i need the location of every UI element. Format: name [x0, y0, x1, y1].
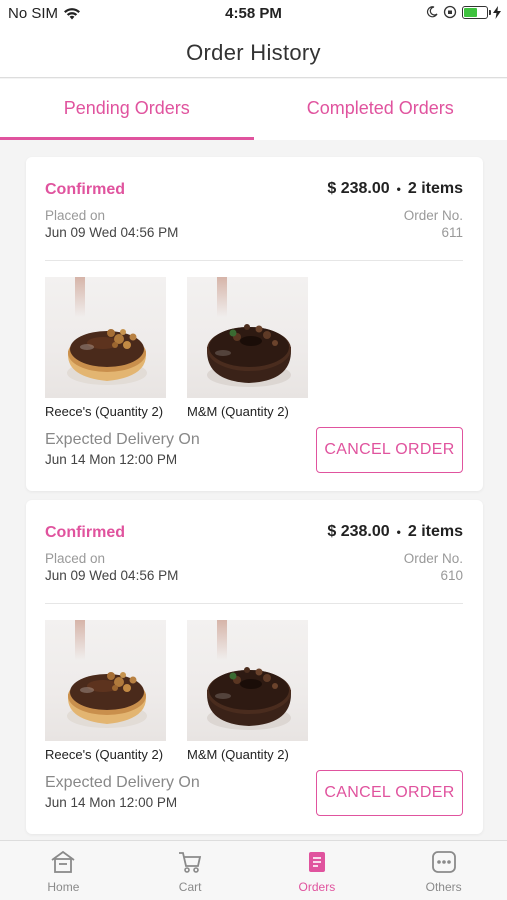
- cancel-order-button[interactable]: CANCEL ORDER: [316, 427, 463, 473]
- order-total: $ 238.00 • 2 items: [327, 180, 463, 198]
- order-tabs: Pending Orders Completed Orders: [0, 79, 507, 140]
- moon-icon: [426, 6, 438, 18]
- header: Order History: [0, 28, 507, 78]
- order-total: $ 238.00 • 2 items: [327, 523, 463, 541]
- donut-reeces-image: [45, 620, 166, 741]
- order-item[interactable]: Reece's (Quantity 2): [45, 277, 167, 419]
- nav-others[interactable]: Others: [380, 841, 507, 900]
- donut-mm-image: [187, 277, 308, 398]
- separator-dot: •: [396, 182, 401, 196]
- orders-list[interactable]: Confirmed $ 238.00 • 2 items Placed on J…: [0, 140, 507, 840]
- nav-home[interactable]: Home: [0, 841, 127, 900]
- order-item-count: 2 items: [407, 180, 463, 197]
- tab-pending-orders[interactable]: Pending Orders: [0, 79, 254, 140]
- charging-icon: [493, 5, 501, 19]
- cancel-order-button[interactable]: CANCEL ORDER: [316, 770, 463, 816]
- nav-orders[interactable]: Orders: [254, 841, 381, 900]
- placed-on-label: Placed on: [45, 208, 106, 223]
- item-name: M&M (Quantity 2): [187, 747, 289, 762]
- order-item[interactable]: M&M (Quantity 2): [187, 277, 309, 419]
- orientation-lock-icon: [443, 5, 457, 19]
- item-name: Reece's (Quantity 2): [45, 404, 164, 419]
- order-status: Confirmed: [45, 181, 125, 198]
- nav-label: Cart: [178, 880, 202, 894]
- order-number-label: Order No.: [403, 551, 463, 566]
- donut-mm-image: [187, 620, 308, 741]
- nav-label: Orders: [298, 880, 336, 894]
- placed-on-date: Jun 09 Wed 04:56 PM: [45, 225, 179, 240]
- separator-dot: •: [396, 525, 401, 539]
- divider: [45, 260, 463, 261]
- placed-on-label: Placed on: [45, 551, 106, 566]
- more-icon: [431, 851, 456, 873]
- nav-cart[interactable]: Cart: [127, 841, 254, 900]
- donut-reeces-image: [45, 277, 166, 398]
- status-right: [426, 5, 501, 19]
- divider: [45, 603, 463, 604]
- status-bar: No SIM 4:58 PM: [0, 0, 507, 28]
- tab-completed-orders[interactable]: Completed Orders: [254, 79, 507, 140]
- expected-delivery-label: Expected Delivery On: [45, 774, 200, 791]
- order-card[interactable]: Confirmed $ 238.00 • 2 items Placed on J…: [26, 157, 483, 491]
- order-status: Confirmed: [45, 524, 125, 541]
- item-name: Reece's (Quantity 2): [45, 747, 164, 762]
- order-card[interactable]: Confirmed $ 238.00 • 2 items Placed on J…: [26, 500, 483, 834]
- placed-on-date: Jun 09 Wed 04:56 PM: [45, 568, 179, 583]
- home-icon: [51, 850, 75, 873]
- order-number-label: Order No.: [403, 208, 463, 223]
- order-item-count: 2 items: [407, 523, 463, 540]
- nav-label: Home: [47, 880, 80, 894]
- nav-label: Others: [425, 880, 462, 894]
- order-number: 610: [440, 568, 463, 583]
- page-title: Order History: [186, 40, 321, 65]
- expected-delivery-date: Jun 14 Mon 12:00 PM: [45, 795, 178, 810]
- order-item[interactable]: Reece's (Quantity 2): [45, 620, 167, 762]
- order-amount: $ 238.00: [327, 523, 390, 540]
- order-number: 611: [441, 225, 463, 240]
- expected-delivery-date: Jun 14 Mon 12:00 PM: [45, 452, 178, 467]
- order-amount: $ 238.00: [327, 180, 390, 197]
- order-item[interactable]: M&M (Quantity 2): [187, 620, 309, 762]
- cart-icon: [179, 852, 202, 873]
- expected-delivery-label: Expected Delivery On: [45, 431, 200, 448]
- item-name: M&M (Quantity 2): [187, 404, 289, 419]
- battery-icon: [462, 5, 491, 19]
- orders-icon: [308, 852, 325, 872]
- bottom-nav: Home Cart Orders Others: [0, 840, 507, 900]
